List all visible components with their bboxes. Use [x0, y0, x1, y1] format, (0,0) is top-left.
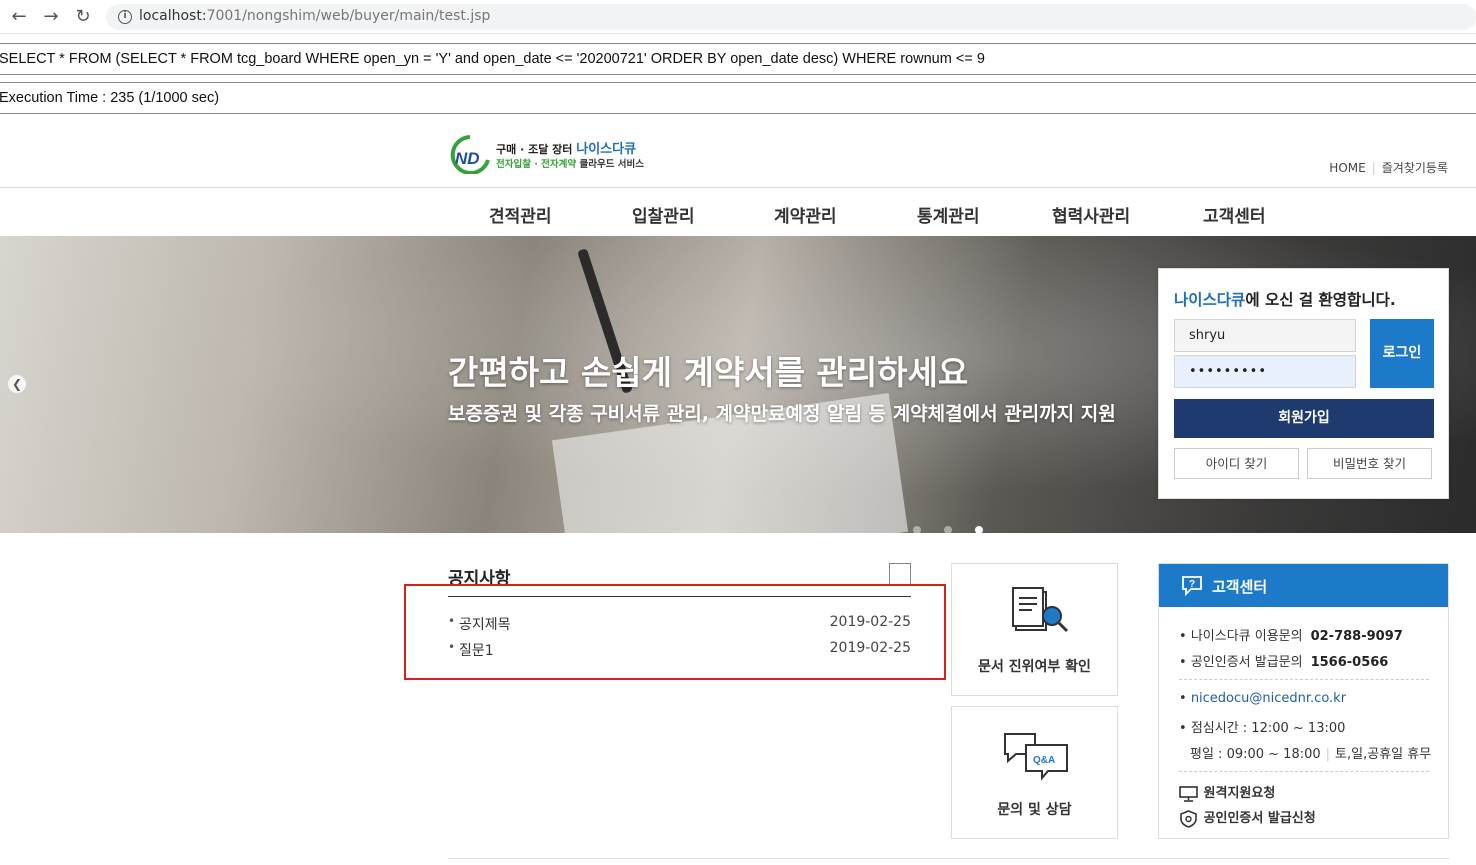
home-link[interactable]: HOME: [1329, 161, 1365, 175]
find-id-button[interactable]: 아이디 찾기: [1174, 448, 1299, 479]
separator: |: [1371, 161, 1376, 175]
reload-icon[interactable]: ↻: [72, 6, 94, 28]
divider: [448, 858, 1449, 859]
qna-icon-text: Q&A: [1033, 755, 1055, 766]
shield-icon: [1180, 809, 1197, 828]
logo-brand: 나이스다큐: [576, 142, 637, 157]
cs-cert-inquiry: • 공인인증서 발급문의 1566-0566: [1179, 655, 1389, 670]
logo-line2: 전자입찰 · 전자계약 클라우드 서비스: [496, 156, 644, 170]
back-icon[interactable]: ←: [8, 6, 30, 28]
qna-icon: Q&A: [1004, 733, 1068, 781]
customer-center-panel: ? 고객센터 • 나이스다큐 이용문의 02-788-9097 • 공인인증서 발…: [1158, 563, 1449, 839]
logo-green: 전자입찰 · 전자계약: [496, 159, 577, 170]
cert-apply-link[interactable]: 공인인증서 발급신청: [1179, 807, 1316, 828]
cs-inquiry: • 나이스다큐 이용문의 02-788-9097: [1179, 629, 1403, 644]
divider: [1179, 771, 1429, 772]
debug-sql: SELECT * FROM (SELECT * FROM tcg_board W…: [0, 51, 985, 67]
login-title-brand: 나이스다큐: [1174, 291, 1246, 309]
logo-line1: 구매 · 조달 장터 나이스다큐: [496, 138, 636, 157]
favorite-link[interactable]: 즐겨찾기등록: [1382, 161, 1448, 175]
join-button[interactable]: 회원가입: [1174, 399, 1434, 438]
cs-hours: 평일 : 09:00 ~ 18:00 | 토,일,공휴일 휴무: [1190, 743, 1431, 762]
slide-dot-active[interactable]: [975, 526, 983, 533]
nav-bid[interactable]: 입찰관리: [632, 202, 695, 227]
cs-email-link[interactable]: nicedocu@nicednr.co.kr: [1191, 691, 1346, 706]
divider: [1179, 679, 1429, 680]
utility-links: HOME | 즐겨찾기등록: [1329, 159, 1448, 176]
logo-prefix: 구매 · 조달 장터: [496, 143, 573, 156]
divider: [0, 82, 1476, 83]
hero-subtitle: 보증증권 및 각종 구비서류 관리, 계약만료예정 알림 등 계약체결에서 관리…: [448, 403, 1116, 425]
cs-cert-label: 공인인증서 발급문의: [1190, 655, 1303, 670]
login-title: 나이스다큐에 오신 걸 환영합니다.: [1174, 288, 1396, 310]
find-password-button[interactable]: 비밀번호 찾기: [1307, 448, 1432, 479]
address-bar[interactable]: i localhost:7001/nongshim/web/buyer/main…: [106, 4, 1476, 30]
nav-quote[interactable]: 견적관리: [489, 202, 552, 227]
nav-stats[interactable]: 통계관리: [917, 202, 980, 227]
document-verify-button[interactable]: 문서 진위여부 확인: [951, 563, 1118, 696]
debug-exec-time: Execution Time : 235 (1/1000 sec): [0, 90, 220, 106]
password-input[interactable]: •••••••••: [1174, 355, 1356, 388]
login-button[interactable]: 로그인: [1370, 319, 1434, 388]
nav-contract[interactable]: 계약관리: [774, 202, 837, 227]
forward-icon[interactable]: →: [40, 6, 62, 28]
browser-toolbar: ← → ↻ i localhost:7001/nongshim/web/buye…: [0, 0, 1476, 34]
support-question-icon: ?: [1182, 576, 1202, 597]
svg-text:?: ?: [1189, 579, 1195, 590]
separator: |: [1325, 747, 1331, 762]
prev-slide-icon[interactable]: ❮: [8, 375, 26, 393]
document-verify-label: 문서 진위여부 확인: [978, 659, 1091, 675]
divider: [0, 43, 1476, 44]
main-nav: 견적관리 입찰관리 계약관리 통계관리 협력사관리 고객센터: [448, 190, 1308, 234]
url-text: localhost:7001/nongshim/web/buyer/main/t…: [139, 8, 490, 24]
document-search-icon: [1012, 587, 1069, 633]
cs-lunch-text: 점심시간 : 12:00 ~ 13:00: [1190, 721, 1346, 736]
divider: [0, 113, 1476, 114]
cs-inquiry-phone: 02-788-9097: [1310, 629, 1403, 644]
highlight-box: [404, 584, 946, 680]
info-icon[interactable]: i: [118, 10, 132, 24]
slide-dot[interactable]: [913, 526, 921, 533]
slide-indicators: [913, 519, 1006, 533]
url-path: 7001/nongshim/web/buyer/main/test.jsp: [206, 8, 491, 24]
qna-label: 문의 및 상담: [997, 802, 1072, 818]
logo-rest: 클라우드 서비스: [579, 159, 644, 170]
login-panel: 나이스다큐에 오신 걸 환영합니다. shryu ••••••••• 로그인 회…: [1158, 268, 1449, 499]
monitor-icon: [1179, 785, 1198, 802]
notice-more-button[interactable]: [889, 563, 911, 585]
cert-apply-label: 공인인증서 발급신청: [1203, 811, 1316, 826]
nav-support[interactable]: 고객센터: [1203, 202, 1266, 227]
slide-dot[interactable]: [944, 526, 952, 533]
customer-center-title: 고객센터: [1212, 578, 1268, 596]
qna-button[interactable]: Q&A 문의 및 상담: [951, 706, 1118, 839]
cs-inquiry-label: 나이스다큐 이용문의: [1190, 629, 1303, 644]
cs-cert-phone: 1566-0566: [1310, 655, 1389, 670]
cs-lunch: • 점심시간 : 12:00 ~ 13:00: [1179, 721, 1346, 736]
divider: [0, 187, 1476, 188]
cs-holiday-text: 토,일,공휴일 휴무: [1335, 747, 1432, 762]
user-id-input[interactable]: shryu: [1174, 319, 1356, 352]
divider: [0, 74, 1476, 75]
remote-support-label: 원격지원요청: [1203, 786, 1276, 801]
svg-text:ND: ND: [455, 149, 480, 168]
site-logo[interactable]: ND 구매 · 조달 장터 나이스다큐 전자입찰 · 전자계약 클라우드 서비스: [448, 134, 648, 176]
remote-support-link[interactable]: 원격지원요청: [1179, 782, 1275, 802]
logo-mark-icon: ND: [450, 135, 490, 174]
cs-email: • nicedocu@nicednr.co.kr: [1179, 691, 1347, 706]
cs-weekday-text: 평일 : 09:00 ~ 18:00: [1190, 747, 1321, 762]
customer-center-header: ? 고객센터: [1159, 564, 1448, 607]
url-host: localhost:: [139, 8, 207, 24]
hero-title: 간편하고 손쉽게 계약서를 관리하세요: [448, 353, 969, 392]
login-title-rest: 에 오신 걸 환영합니다.: [1245, 291, 1396, 309]
nav-partner[interactable]: 협력사관리: [1052, 202, 1130, 227]
